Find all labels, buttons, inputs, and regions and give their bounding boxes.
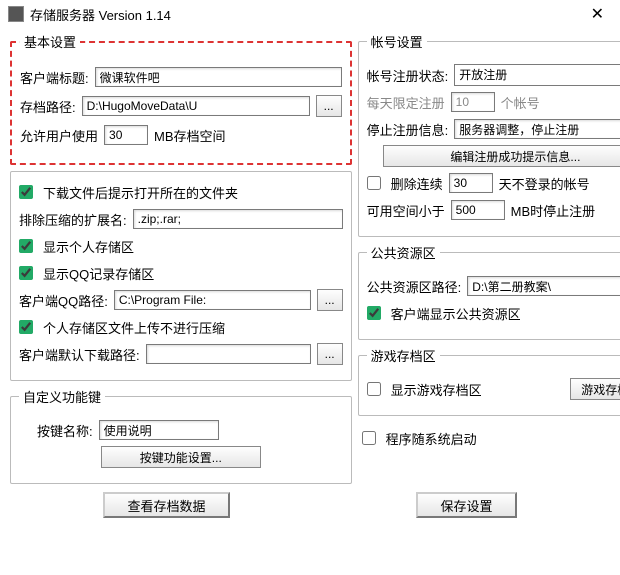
close-icon[interactable]: ✕	[583, 4, 612, 24]
cb-show-personal[interactable]	[19, 239, 33, 253]
label-autostart: 程序随系统启动	[386, 429, 477, 448]
label-show-public: 客户端显示公共资源区	[391, 304, 521, 323]
input-exclude-ext[interactable]	[133, 209, 343, 229]
cb-no-compress[interactable]	[19, 320, 33, 334]
legend-custom-keys: 自定义功能键	[19, 387, 105, 406]
label-key-name: 按键名称:	[37, 421, 93, 440]
label-delete-inactive-suffix: 天不登录的帐号	[499, 174, 590, 193]
label-allow-space: 允许用户使用	[20, 126, 98, 145]
group-public-res: 公共资源区 公共资源区路径: ... 客户端显示公共资源区	[358, 243, 620, 340]
input-default-dl[interactable]	[146, 344, 311, 364]
button-game-config[interactable]: 游戏存档设置	[570, 378, 620, 400]
label-qq-path: 客户端QQ路径:	[19, 291, 108, 310]
label-allow-suffix: MB存档空间	[154, 126, 226, 145]
input-qq-path[interactable]	[114, 290, 311, 310]
input-client-title[interactable]	[95, 67, 342, 87]
input-daily-limit	[451, 92, 495, 112]
input-key-name[interactable]	[99, 420, 219, 440]
label-delete-inactive: 删除连续	[391, 174, 443, 193]
input-stop-info[interactable]	[454, 119, 620, 139]
label-save-path: 存档路径:	[20, 97, 76, 116]
button-save-settings[interactable]: 保存设置	[416, 492, 516, 518]
label-space-lt: 可用空间小于	[367, 201, 445, 220]
cb-show-game[interactable]	[367, 382, 381, 396]
legend-public-res: 公共资源区	[367, 243, 440, 262]
cb-show-public[interactable]	[367, 306, 381, 320]
input-delete-inactive-days[interactable]	[449, 173, 493, 193]
group-account: 帐号设置 帐号注册状态: 开放注册 每天限定注册 个帐号 停止注册信息: 编辑注…	[358, 32, 620, 237]
input-save-path[interactable]	[82, 96, 310, 116]
legend-account: 帐号设置	[367, 32, 427, 51]
group-custom-keys: 自定义功能键 按键名称: 按键功能设置...	[10, 387, 352, 484]
browse-qq-path-button[interactable]: ...	[317, 289, 343, 311]
group-basic: 基本设置 客户端标题: 存档路径: ... 允许用户使用 MB存档空间	[10, 32, 352, 165]
cb-show-qq[interactable]	[19, 266, 33, 280]
legend-game-save: 游戏存档区	[367, 346, 440, 365]
button-key-config[interactable]: 按键功能设置...	[101, 446, 261, 468]
label-space-lt-suffix: MB时停止注册	[511, 201, 596, 220]
label-client-title: 客户端标题:	[20, 68, 89, 87]
browse-default-dl-button[interactable]: ...	[317, 343, 343, 365]
label-no-compress: 个人存储区文件上传不进行压缩	[43, 318, 225, 337]
group-left-extra: 下载文件后提示打开所在的文件夹 排除压缩的扩展名: 显示个人存储区 显示QQ记录…	[10, 171, 352, 381]
label-show-game: 显示游戏存档区	[391, 380, 482, 399]
legend-basic: 基本设置	[20, 32, 80, 51]
select-reg-state[interactable]: 开放注册	[454, 64, 620, 86]
app-icon	[8, 6, 24, 22]
label-daily-suffix: 个帐号	[501, 93, 540, 112]
input-space-lt[interactable]	[451, 200, 505, 220]
button-edit-success-msg[interactable]: 编辑注册成功提示信息...	[383, 145, 620, 167]
label-open-folder: 下载文件后提示打开所在的文件夹	[43, 183, 238, 202]
cb-open-folder[interactable]	[19, 185, 33, 199]
browse-save-path-button[interactable]: ...	[316, 95, 342, 117]
label-reg-state: 帐号注册状态:	[367, 66, 449, 85]
label-show-personal: 显示个人存储区	[43, 237, 134, 256]
input-allow-space[interactable]	[104, 125, 148, 145]
cb-autostart[interactable]	[362, 431, 376, 445]
cb-delete-inactive[interactable]	[367, 176, 381, 190]
label-stop-info: 停止注册信息:	[367, 120, 449, 139]
label-default-dl: 客户端默认下载路径:	[19, 345, 140, 364]
label-daily-limit: 每天限定注册	[367, 93, 445, 112]
window-title: 存储服务器 Version 1.14	[30, 5, 583, 24]
input-public-path[interactable]	[467, 276, 620, 296]
button-view-data[interactable]: 查看存档数据	[103, 492, 229, 518]
label-show-qq: 显示QQ记录存储区	[43, 264, 154, 283]
label-public-path: 公共资源区路径:	[367, 277, 462, 296]
group-game-save: 游戏存档区 显示游戏存档区 游戏存档设置	[358, 346, 620, 416]
titlebar: 存储服务器 Version 1.14 ✕	[0, 0, 620, 28]
label-exclude-ext: 排除压缩的扩展名:	[19, 210, 127, 229]
